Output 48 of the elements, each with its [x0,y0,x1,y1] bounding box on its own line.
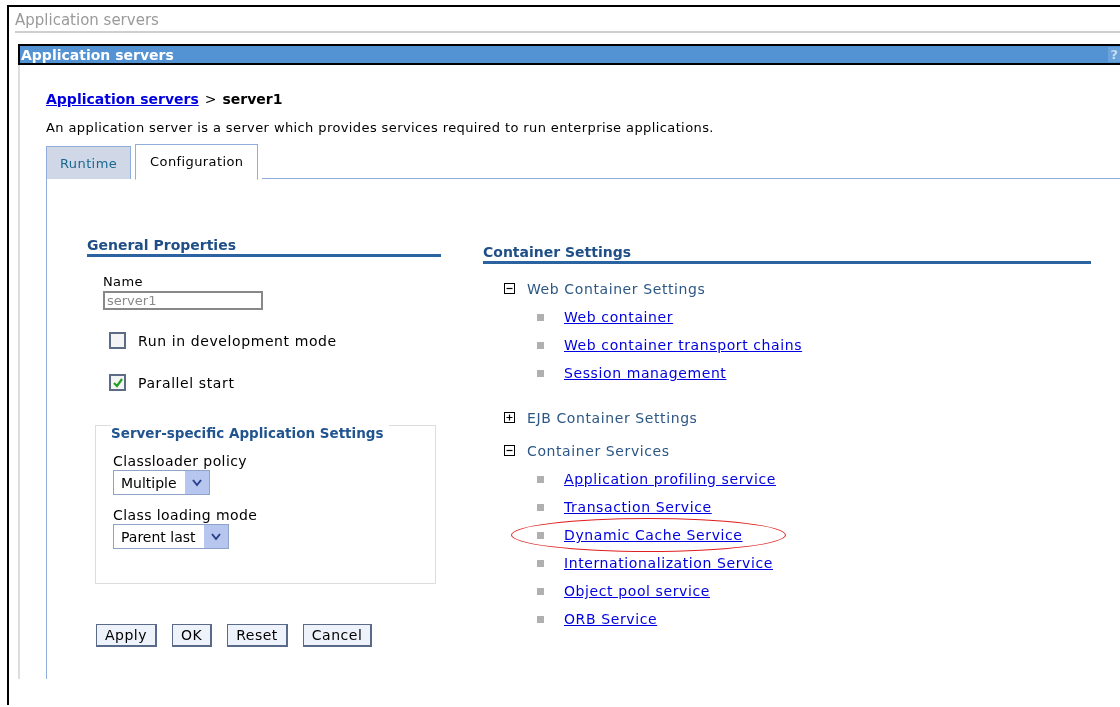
button[interactable]: Cancel [302,624,373,647]
bullet-icon [537,341,544,349]
collapse-icon[interactable] [504,281,515,297]
section-heading: Container Settings [483,244,1091,264]
breadcrumb-separator: > [204,91,217,107]
panel-title: Application servers [20,46,174,63]
link[interactable]: Object pool service [564,583,710,599]
tab[interactable]: Runtime [46,146,132,179]
bullet-icon [537,313,544,321]
button[interactable]: OK [172,624,213,647]
field-label: Name [103,274,144,289]
link[interactable]: ORB Service [564,611,658,627]
link[interactable]: Session management [564,365,727,381]
checkbox-label: Parallel start [138,374,235,391]
checkbox[interactable] [109,374,126,391]
checkbox[interactable] [109,332,126,349]
bullet-icon [537,615,544,623]
dropdown[interactable]: Multiple [113,470,210,495]
link[interactable]: Transaction Service [564,499,712,515]
field-label: Class loading mode [113,507,259,523]
link[interactable]: Dynamic Cache Service [564,527,743,543]
bullet-icon [537,475,544,483]
button[interactable]: Apply [96,624,158,647]
link[interactable]: Web container transport chains [564,337,803,353]
breadcrumb-link[interactable]: Application servers [46,91,199,107]
bullet-icon [537,559,544,567]
tab[interactable]: Configuration [135,144,259,180]
collapse-icon[interactable] [504,443,515,459]
group-label: Container Services [527,443,670,459]
group-label: EJB Container Settings [527,410,698,426]
page-title: Application servers [15,7,1120,33]
group-label: Web Container Settings [527,281,706,297]
section-heading: General Properties [87,237,441,257]
link[interactable]: Web container [564,309,674,325]
dropdown[interactable]: Parent last [113,524,229,549]
link[interactable]: Internationalization Service [564,555,773,571]
button[interactable]: Reset [227,624,288,647]
field-label: Classloader policy [113,453,248,469]
fieldset-legend: Server-specific Application Settings [111,425,390,441]
description: An application server is a server which provides services required to run enterprise applications. [46,120,715,135]
expand-icon[interactable] [504,410,515,426]
bullet-icon [537,531,544,539]
link[interactable]: Application profiling service [564,471,776,487]
bullet-icon [537,587,544,595]
checkbox-label: Run in development mode [138,332,337,349]
bullet-icon [537,369,544,377]
bullet-icon [537,503,544,511]
breadcrumb-current: server1 [222,91,283,107]
